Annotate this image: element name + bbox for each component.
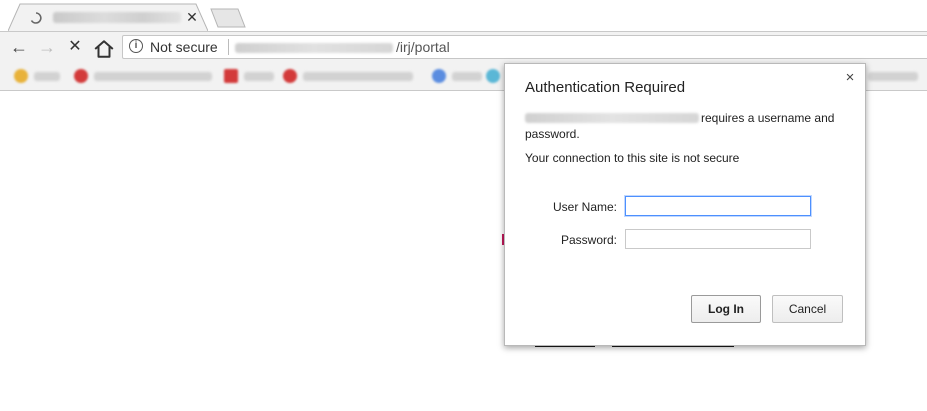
address-bar[interactable]: i Not secure /irj/portal: [122, 35, 927, 59]
password-label: Password:: [560, 233, 617, 247]
bookmark-label-redacted: [303, 72, 413, 81]
requires-credentials-text: requires a username and password.: [525, 111, 835, 141]
tab-title-redacted: [53, 12, 181, 23]
bookmark-label-redacted: [452, 72, 482, 81]
cancel-button[interactable]: Cancel: [772, 295, 843, 323]
address-separator: [228, 39, 229, 55]
username-input[interactable]: [625, 196, 811, 216]
bookmark-label-redacted: [94, 72, 212, 81]
log-in-button[interactable]: Log In: [691, 295, 761, 323]
bookmark-favicon: [432, 69, 446, 83]
forward-arrow-icon[interactable]: →: [36, 36, 58, 58]
connection-warning-text: Your connection to this site is not secu…: [525, 151, 740, 165]
browser-toolbar: ← → ✕ i Not secure /irj/portal: [0, 31, 927, 62]
back-arrow-icon[interactable]: ←: [8, 36, 30, 58]
username-label: User Name:: [552, 200, 617, 214]
new-tab-button[interactable]: [210, 8, 246, 28]
bookmark-label-redacted: [34, 72, 60, 81]
security-label[interactable]: Not secure: [150, 39, 218, 55]
home-icon[interactable]: [93, 38, 115, 60]
spinner-icon: [30, 12, 42, 24]
bookmark-favicon: [224, 69, 238, 83]
bookmark-favicon: [486, 69, 500, 83]
dialog-close-icon[interactable]: ×: [843, 69, 857, 86]
tab-close-icon[interactable]: ✕: [185, 8, 199, 26]
bookmark-favicon: [74, 69, 88, 83]
apps-icon: [14, 69, 28, 83]
url-host-redacted: [235, 43, 393, 53]
stop-loading-icon[interactable]: ✕: [64, 36, 86, 58]
bookmark-label-redacted: [868, 72, 918, 81]
browser-tab[interactable]: ✕: [8, 3, 208, 31]
bookmark-label-redacted: [244, 72, 274, 81]
tab-strip: ✕: [0, 0, 927, 31]
dialog-title: Authentication Required: [525, 79, 686, 96]
auth-dialog: × Authentication Required requires a use…: [504, 63, 866, 346]
password-input[interactable]: [625, 229, 811, 249]
url-path[interactable]: /irj/portal: [396, 39, 450, 55]
bookmark-favicon: [283, 69, 297, 83]
info-icon[interactable]: i: [129, 39, 143, 53]
